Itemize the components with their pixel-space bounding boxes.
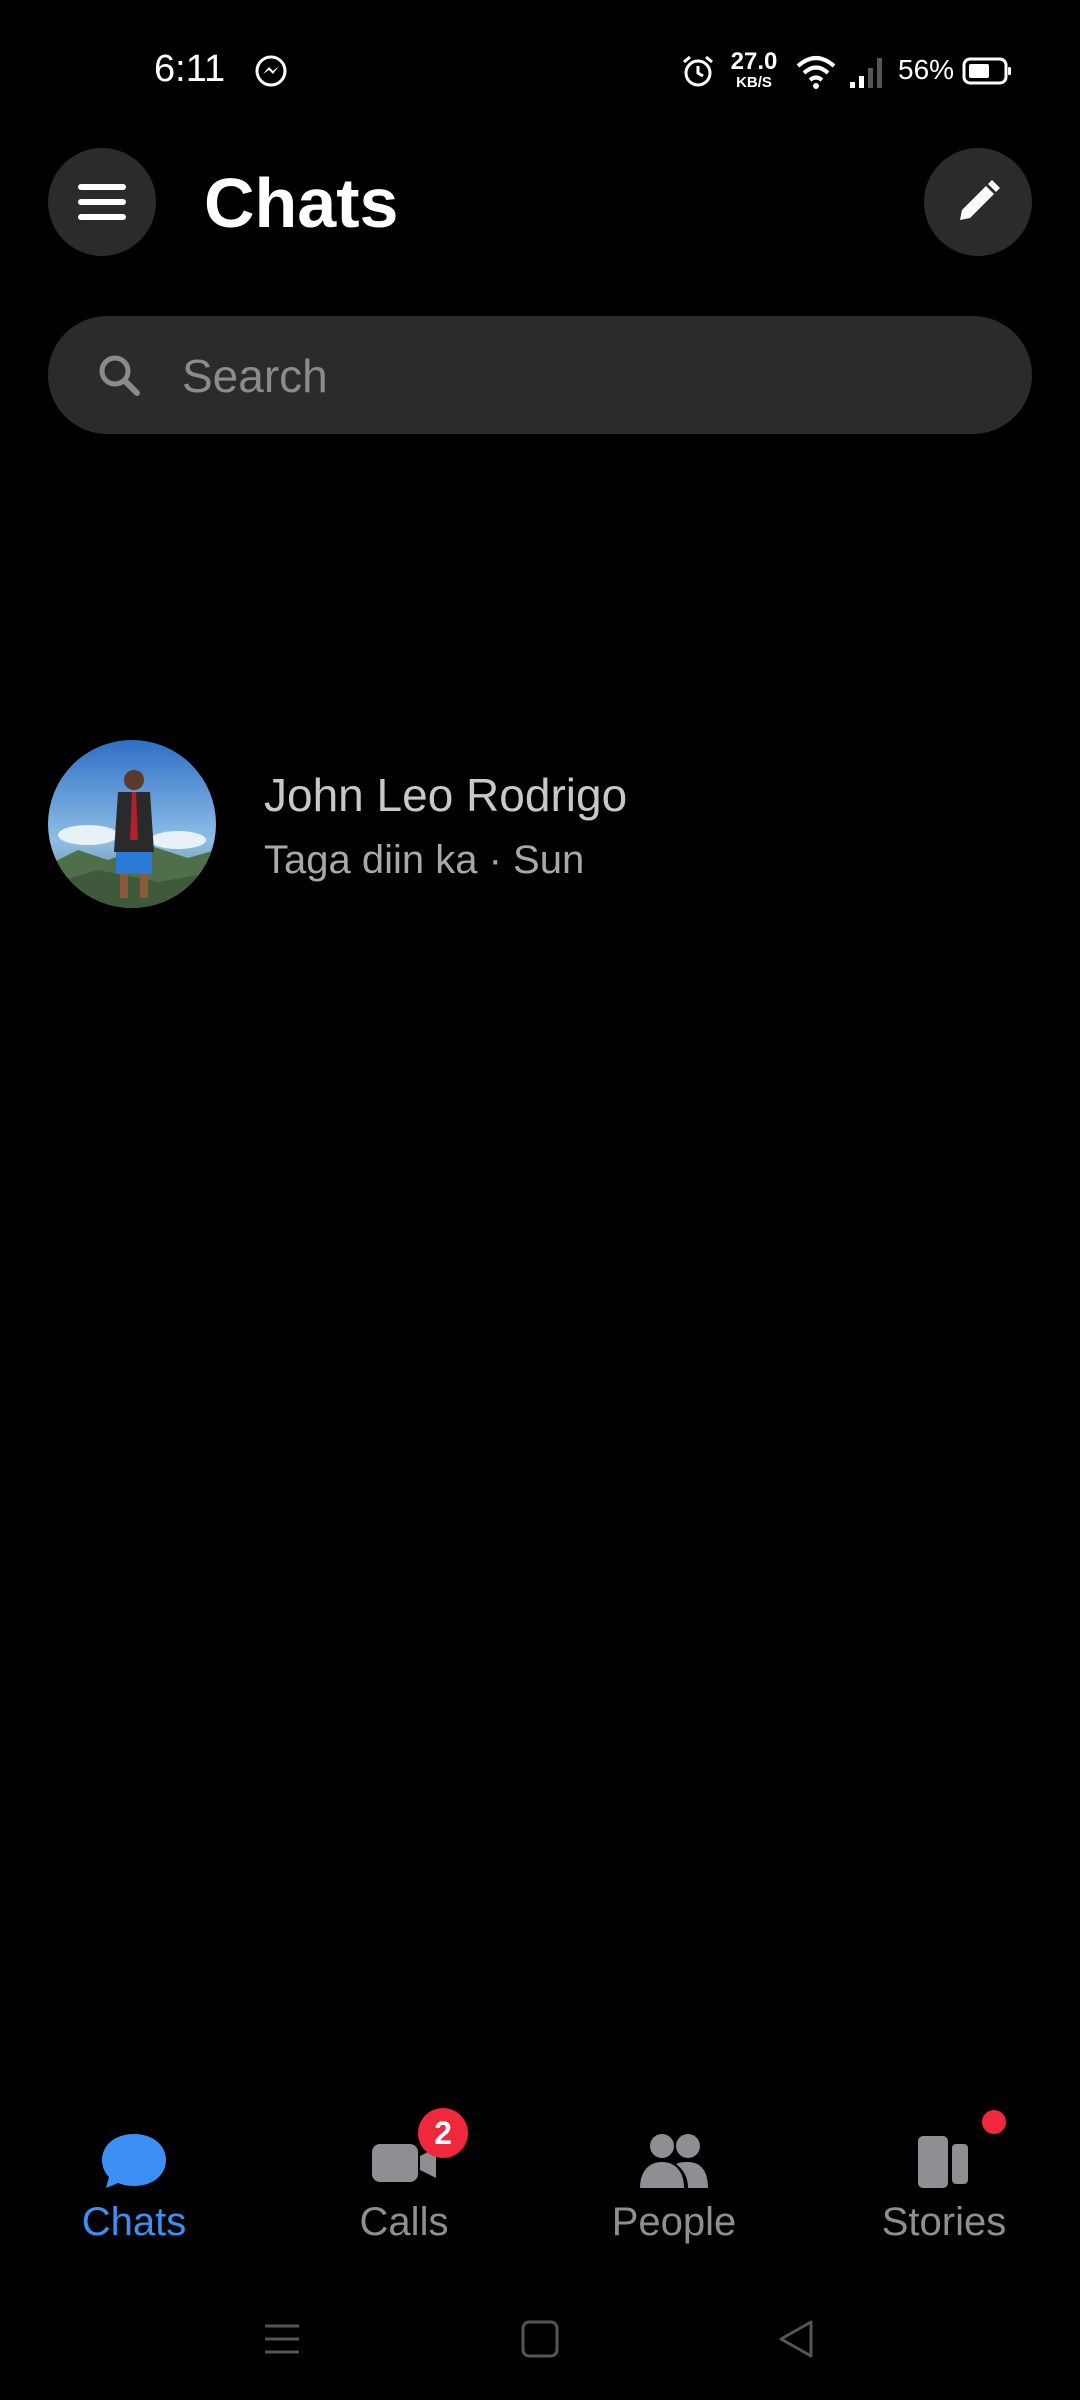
nav-calls[interactable]: 2 Calls: [294, 2108, 514, 2248]
battery-percent: 56%: [898, 54, 955, 85]
bottom-nav: Chats 2 Calls People Stories: [0, 2108, 1080, 2248]
stories-dot-badge: [982, 2110, 1006, 2134]
search-bar[interactable]: [48, 316, 1032, 436]
network-speed: 27.0 KB/S: [726, 48, 782, 91]
status-time: 6:11: [154, 48, 226, 90]
chat-bubble-icon: [102, 2134, 166, 2188]
nav-chats-label: Chats: [81, 2200, 187, 2244]
alarm-icon: [683, 55, 713, 87]
chat-list-item[interactable]: John Leo Rodrigo Taga diin ka · Sun: [0, 730, 1080, 920]
back-icon[interactable]: [771, 2314, 821, 2364]
home-icon[interactable]: [515, 2314, 565, 2364]
menu-button[interactable]: [48, 148, 156, 256]
wifi-icon: [796, 56, 836, 89]
system-nav-bar: [0, 2300, 1080, 2380]
nav-people-label: People: [611, 2200, 737, 2244]
chat-preview: Taga diin ka · Sun: [264, 838, 585, 882]
calls-badge: 2: [418, 2108, 468, 2158]
menu-icon: [78, 184, 126, 220]
chat-name: John Leo Rodrigo: [264, 769, 628, 821]
nav-stories-label: Stories: [881, 2200, 1007, 2244]
search-input[interactable]: [180, 316, 1004, 436]
nav-people[interactable]: People: [564, 2108, 784, 2248]
battery-icon: [962, 57, 1011, 85]
page-title: Chats: [204, 164, 399, 242]
signal-icon: [850, 58, 882, 88]
people-icon: [640, 2134, 708, 2188]
recent-apps-icon[interactable]: [257, 2314, 307, 2364]
nav-calls-label: Calls: [359, 2200, 449, 2244]
compose-button[interactable]: [924, 148, 1032, 256]
status-bar: 6:11 27.0 KB/S 56%: [0, 0, 1080, 140]
nav-stories[interactable]: Stories: [834, 2108, 1054, 2248]
stories-icon: [918, 2136, 968, 2188]
pencil-icon: [960, 180, 1000, 220]
avatar: [48, 740, 216, 908]
nav-chats[interactable]: Chats: [24, 2108, 244, 2248]
network-speed-unit: KB/S: [736, 74, 772, 91]
messenger-icon: [255, 55, 287, 87]
network-speed-value: 27.0: [730, 48, 778, 75]
search-icon: [99, 355, 140, 396]
